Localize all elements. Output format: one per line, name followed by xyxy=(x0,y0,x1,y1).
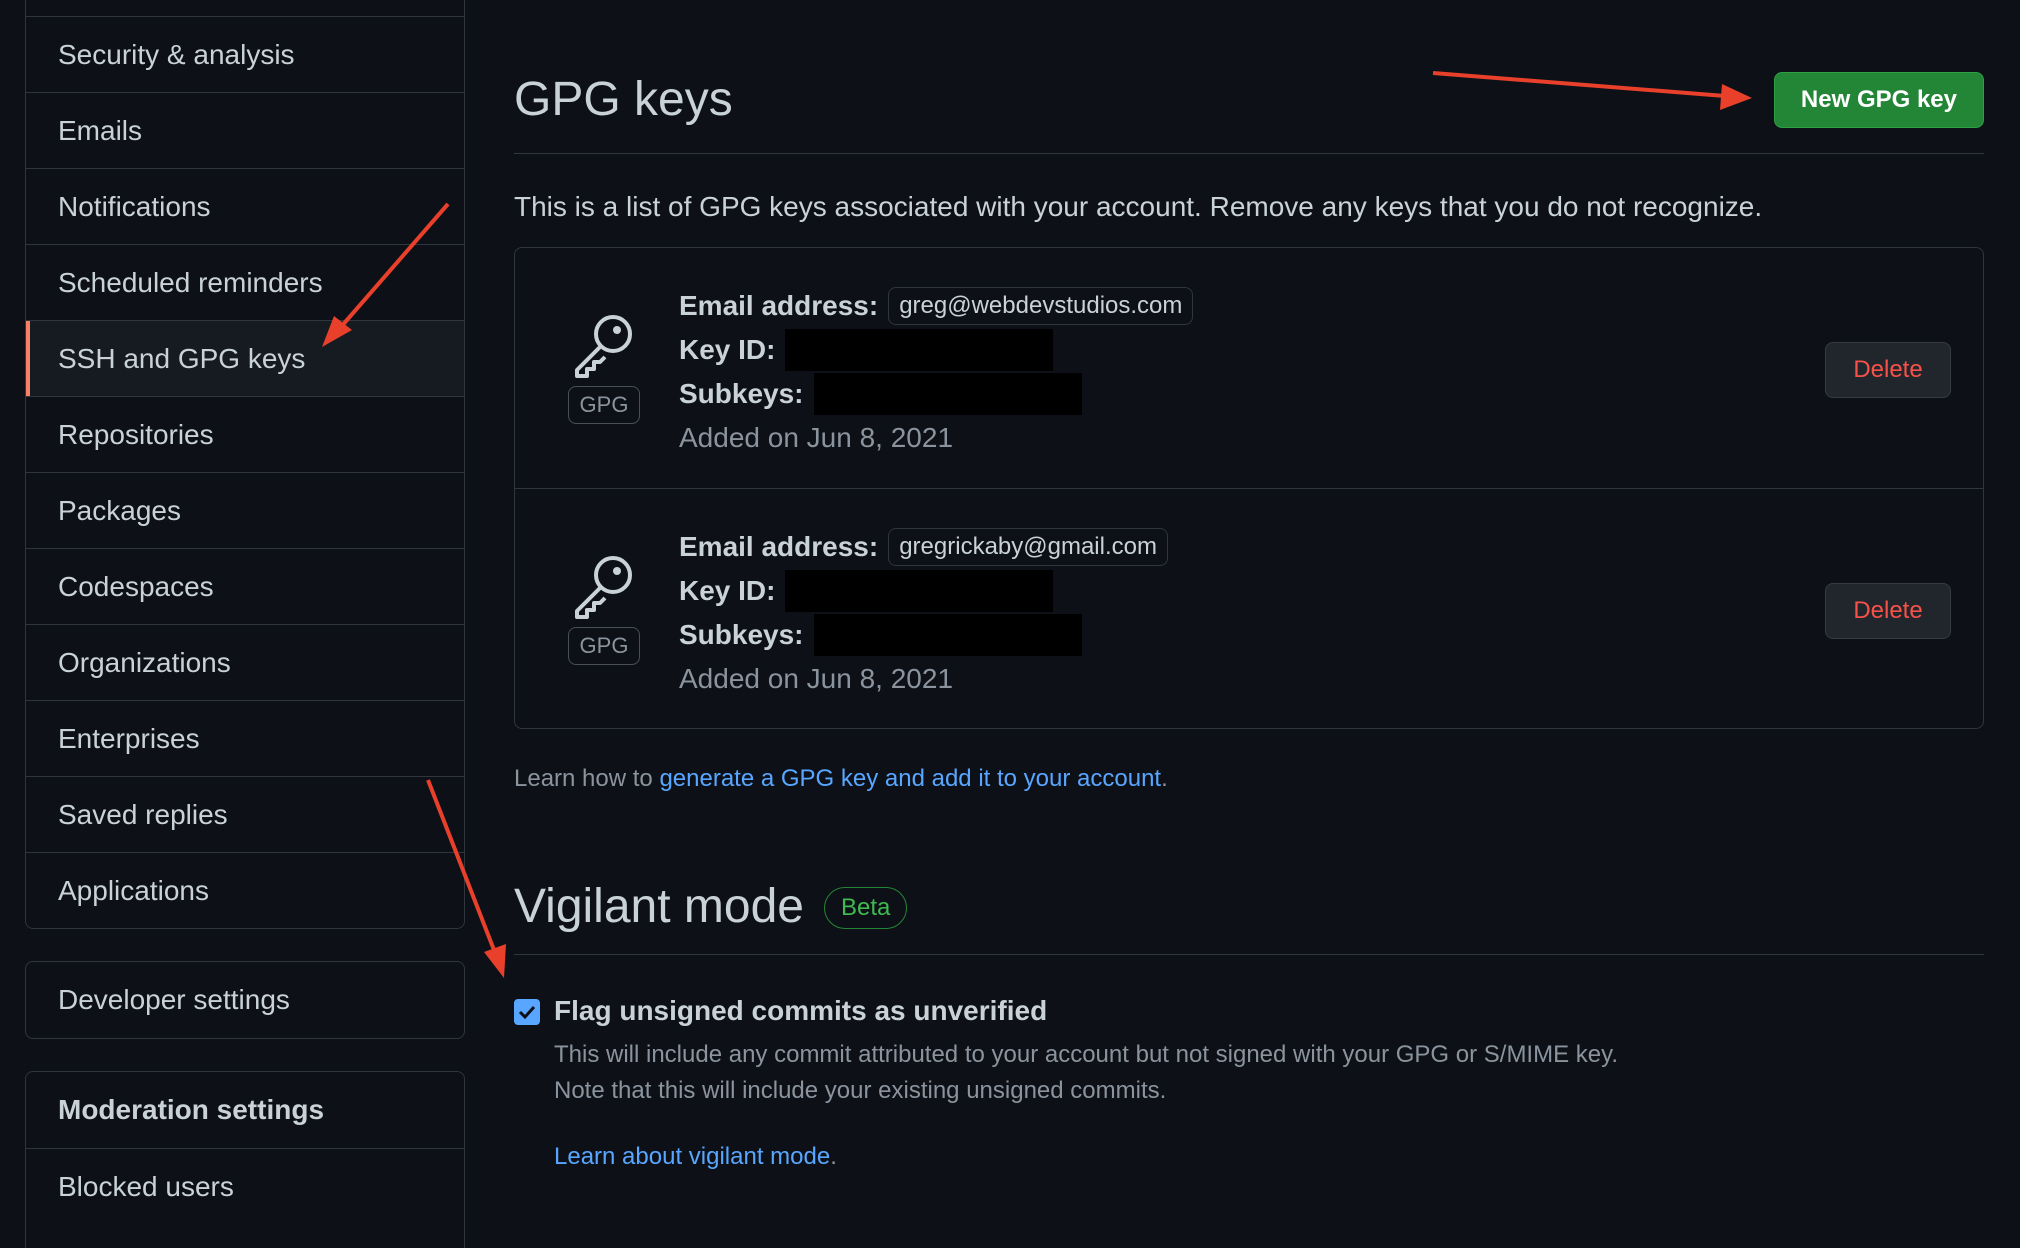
key-icon xyxy=(575,556,632,619)
vigilant-mode-note: This will include any commit attributed … xyxy=(554,1037,1984,1109)
settings-menu: Security & analysis Emails Notifications… xyxy=(25,0,465,929)
email-address-value: gregrickaby@gmail.com xyxy=(888,528,1168,566)
vigilant-mode-header: Vigilant mode Beta xyxy=(514,879,1984,955)
key-id-redacted xyxy=(785,329,1054,371)
gpg-help-text: Learn how to generate a GPG key and add … xyxy=(514,765,1984,793)
delete-key-button[interactable]: Delete xyxy=(1825,342,1951,398)
key-icon xyxy=(575,315,632,378)
new-gpg-key-button[interactable]: New GPG key xyxy=(1773,72,1984,128)
gpg-key-item: GPG Email address: gregrickaby@gmail.com… xyxy=(515,488,1983,728)
main-content: GPG keys New GPG key This is a list of G… xyxy=(514,0,1984,1171)
delete-key-button[interactable]: Delete xyxy=(1825,583,1951,639)
generate-gpg-key-link[interactable]: generate a GPG key and add it to your ac… xyxy=(659,765,1161,792)
sidebar-item-ssh-gpg-keys[interactable]: SSH and GPG keys xyxy=(26,320,464,396)
vigilant-help-text: Learn about vigilant mode. xyxy=(554,1143,1984,1171)
sidebar-item-developer-settings[interactable]: Developer settings xyxy=(26,962,464,1038)
email-address-value: greg@webdevstudios.com xyxy=(888,287,1194,325)
sidebar-item-packages[interactable]: Packages xyxy=(26,472,464,548)
key-added-date: Added on Jun 8, 2021 xyxy=(679,422,954,453)
check-icon xyxy=(518,1005,536,1020)
gpg-key-item: GPG Email address: greg@webdevstudios.co… xyxy=(515,248,1983,488)
learn-vigilant-mode-link[interactable]: Learn about vigilant mode xyxy=(554,1143,830,1170)
flag-unsigned-commits-label[interactable]: Flag unsigned commits as unverified xyxy=(554,995,1984,1027)
sidebar-item-security[interactable]: Security & analysis xyxy=(26,16,464,92)
email-address-label: Email address: xyxy=(679,290,879,321)
gpg-keys-header: GPG keys New GPG key xyxy=(514,0,1984,154)
sidebar-item-enterprises[interactable]: Enterprises xyxy=(26,700,464,776)
sidebar-item-applications[interactable]: Applications xyxy=(26,852,464,928)
sidebar-item-repositories[interactable]: Repositories xyxy=(26,396,464,472)
sidebar-item-codespaces[interactable]: Codespaces xyxy=(26,548,464,624)
subkeys-label: Subkeys: xyxy=(679,378,804,409)
sidebar-item-blocked-users[interactable]: Blocked users xyxy=(26,1148,464,1224)
subkeys-redacted xyxy=(813,614,1082,656)
moderation-settings-heading: Moderation settings xyxy=(58,1094,325,1125)
gpg-type-badge: GPG xyxy=(568,627,640,665)
gpg-type-badge: GPG xyxy=(568,386,640,424)
subkeys-label: Subkeys: xyxy=(679,619,804,650)
page-title: GPG keys xyxy=(514,73,733,126)
sidebar-item-notifications[interactable]: Notifications xyxy=(26,168,464,244)
gpg-keys-intro: This is a list of GPG keys associated wi… xyxy=(514,191,1763,222)
gpg-help-suffix: . xyxy=(1161,765,1168,792)
developer-settings-menu: Developer settings xyxy=(25,961,465,1039)
key-id-label: Key ID: xyxy=(679,575,776,606)
gpg-key-list: GPG Email address: greg@webdevstudios.co… xyxy=(514,247,1984,729)
vigilant-note-line-2: Note that this will include your existin… xyxy=(554,1077,1167,1104)
gpg-key-details: Email address: gregrickaby@gmail.com Key… xyxy=(679,525,1168,701)
email-address-label: Email address: xyxy=(679,531,879,562)
vigilant-mode-title: Vigilant mode xyxy=(514,880,804,933)
key-added-date: Added on Jun 8, 2021 xyxy=(679,663,954,694)
vigilant-note-line-1: This will include any commit attributed … xyxy=(554,1041,1619,1068)
vigilant-mode-option: Flag unsigned commits as unverified This… xyxy=(514,995,1984,1171)
key-id-label: Key ID: xyxy=(679,334,776,365)
vigilant-help-suffix: . xyxy=(830,1143,837,1170)
sidebar-item-scheduled-reminders[interactable]: Scheduled reminders xyxy=(26,244,464,320)
sidebar-item-organizations[interactable]: Organizations xyxy=(26,624,464,700)
moderation-settings-menu: Moderation settings Blocked users xyxy=(25,1071,465,1248)
flag-unsigned-commits-checkbox[interactable] xyxy=(514,999,540,1025)
gpg-key-details: Email address: greg@webdevstudios.com Ke… xyxy=(679,284,1194,460)
sidebar-item-emails[interactable]: Emails xyxy=(26,92,464,168)
sidebar-item-saved-replies[interactable]: Saved replies xyxy=(26,776,464,852)
subkeys-redacted xyxy=(813,373,1082,415)
gpg-help-prefix: Learn how to xyxy=(514,765,660,792)
settings-sidebar: Security & analysis Emails Notifications… xyxy=(25,0,465,1248)
annotation-arrowhead xyxy=(484,944,506,978)
key-id-redacted xyxy=(785,570,1054,612)
beta-badge: Beta xyxy=(824,887,908,929)
